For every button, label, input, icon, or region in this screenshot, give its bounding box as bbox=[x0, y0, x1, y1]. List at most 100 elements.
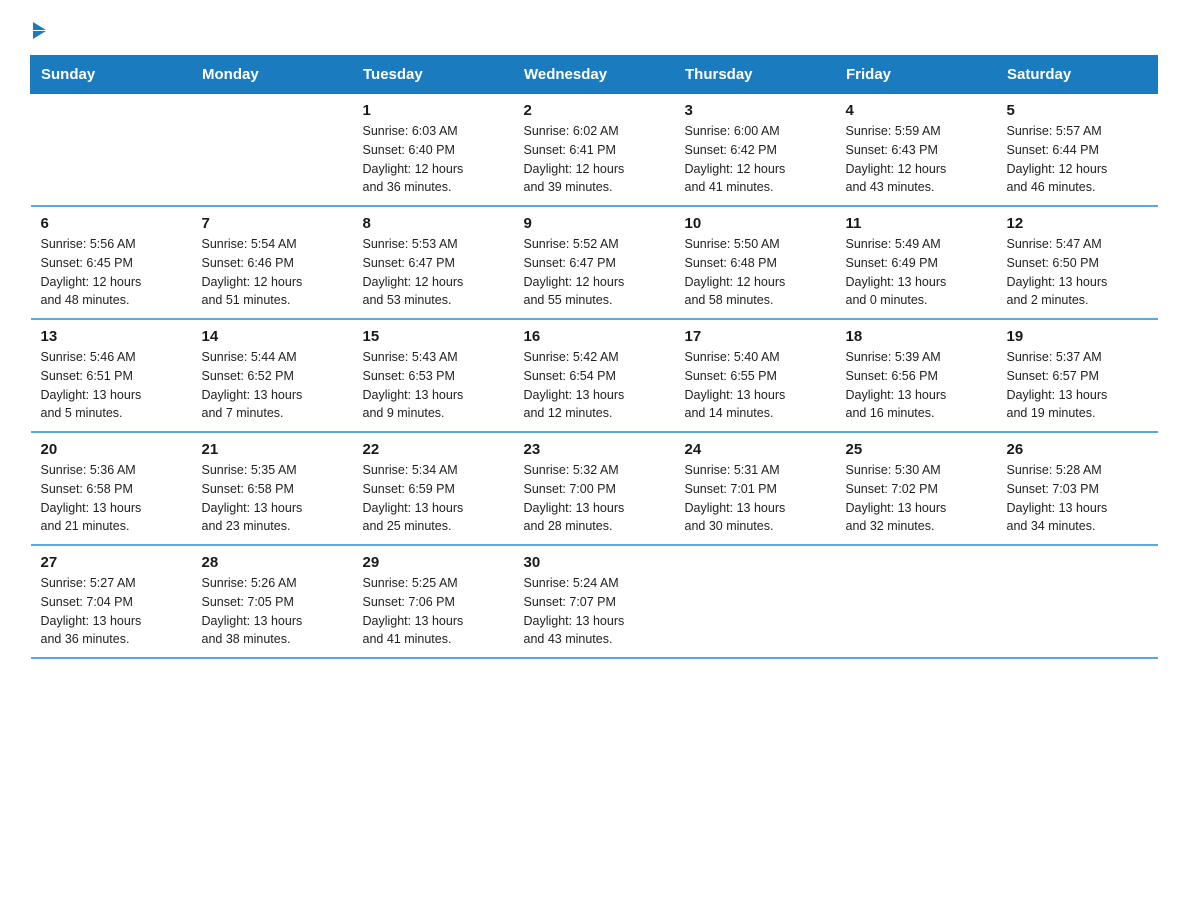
day-info: Sunrise: 5:52 AM Sunset: 6:47 PM Dayligh… bbox=[524, 235, 665, 310]
day-number: 24 bbox=[685, 441, 826, 458]
logo bbox=[30, 20, 46, 35]
calendar-cell: 4Sunrise: 5:59 AM Sunset: 6:43 PM Daylig… bbox=[836, 94, 997, 207]
calendar-cell: 26 Sunrise: 5:28 AM Sunset: 7:03 PM Dayli… bbox=[997, 432, 1158, 545]
day-number: 3 bbox=[685, 102, 826, 119]
calendar-week-row: 13 Sunrise: 5:46 AM Sunset: 6:51 PM Dayli… bbox=[31, 319, 1158, 432]
calendar-cell: 10Sunrise: 5:50 AM Sunset: 6:48 PM Dayli… bbox=[675, 206, 836, 319]
calendar-table: SundayMondayTuesdayWednesdayThursdayFrid… bbox=[30, 55, 1158, 659]
day-number: 5 bbox=[1007, 102, 1148, 119]
calendar-cell: 15 Sunrise: 5:43 AM Sunset: 6:53 PM Dayli… bbox=[353, 319, 514, 432]
calendar-cell bbox=[675, 545, 836, 658]
calendar-cell: 5 Sunrise: 5:57 AM Sunset: 6:44 PM Daylig… bbox=[997, 94, 1158, 207]
day-number: 2 bbox=[524, 102, 665, 119]
calendar-cell: 13 Sunrise: 5:46 AM Sunset: 6:51 PM Dayli… bbox=[31, 319, 192, 432]
day-number: 22 bbox=[363, 441, 504, 458]
day-info: Sunrise: 6:00 AM Sunset: 6:42 PM Dayligh… bbox=[685, 122, 826, 197]
day-info: Sunrise: 5:26 AM Sunset: 7:05 PM Dayligh… bbox=[202, 574, 343, 649]
day-number: 13 bbox=[41, 328, 182, 345]
day-number: 17 bbox=[685, 328, 826, 345]
header-tuesday: Tuesday bbox=[353, 56, 514, 94]
day-info: Sunrise: 5:56 AM Sunset: 6:45 PM Dayligh… bbox=[41, 235, 182, 310]
day-info: Sunrise: 5:39 AM Sunset: 6:56 PM Dayligh… bbox=[846, 348, 987, 423]
day-number: 15 bbox=[363, 328, 504, 345]
day-number: 26 bbox=[1007, 441, 1148, 458]
day-number: 1 bbox=[363, 102, 504, 119]
calendar-cell bbox=[836, 545, 997, 658]
calendar-cell: 9 Sunrise: 5:52 AM Sunset: 6:47 PM Daylig… bbox=[514, 206, 675, 319]
calendar-week-row: 20 Sunrise: 5:36 AM Sunset: 6:58 PM Dayli… bbox=[31, 432, 1158, 545]
day-info: Sunrise: 5:35 AM Sunset: 6:58 PM Dayligh… bbox=[202, 461, 343, 536]
calendar-cell: 3 Sunrise: 6:00 AM Sunset: 6:42 PM Daylig… bbox=[675, 94, 836, 207]
day-number: 25 bbox=[846, 441, 987, 458]
day-number: 29 bbox=[363, 554, 504, 571]
day-info: Sunrise: 5:42 AM Sunset: 6:54 PM Dayligh… bbox=[524, 348, 665, 423]
day-info: Sunrise: 5:31 AM Sunset: 7:01 PM Dayligh… bbox=[685, 461, 826, 536]
calendar-cell: 29 Sunrise: 5:25 AM Sunset: 7:06 PM Dayli… bbox=[353, 545, 514, 658]
header-wednesday: Wednesday bbox=[514, 56, 675, 94]
day-number: 23 bbox=[524, 441, 665, 458]
calendar-cell bbox=[31, 94, 192, 207]
day-info: Sunrise: 5:49 AM Sunset: 6:49 PM Dayligh… bbox=[846, 235, 987, 310]
calendar-header-row: SundayMondayTuesdayWednesdayThursdayFrid… bbox=[31, 56, 1158, 94]
calendar-cell: 21 Sunrise: 5:35 AM Sunset: 6:58 PM Dayli… bbox=[192, 432, 353, 545]
day-info: Sunrise: 5:25 AM Sunset: 7:06 PM Dayligh… bbox=[363, 574, 504, 649]
header-sunday: Sunday bbox=[31, 56, 192, 94]
day-info: Sunrise: 5:54 AM Sunset: 6:46 PM Dayligh… bbox=[202, 235, 343, 310]
calendar-cell bbox=[997, 545, 1158, 658]
day-info: Sunrise: 5:46 AM Sunset: 6:51 PM Dayligh… bbox=[41, 348, 182, 423]
day-info: Sunrise: 5:53 AM Sunset: 6:47 PM Dayligh… bbox=[363, 235, 504, 310]
day-number: 8 bbox=[363, 215, 504, 232]
calendar-cell: 18Sunrise: 5:39 AM Sunset: 6:56 PM Dayli… bbox=[836, 319, 997, 432]
day-info: Sunrise: 5:57 AM Sunset: 6:44 PM Dayligh… bbox=[1007, 122, 1148, 197]
day-number: 12 bbox=[1007, 215, 1148, 232]
calendar-cell: 12 Sunrise: 5:47 AM Sunset: 6:50 PM Dayli… bbox=[997, 206, 1158, 319]
calendar-cell: 23 Sunrise: 5:32 AM Sunset: 7:00 PM Dayli… bbox=[514, 432, 675, 545]
calendar-cell: 8 Sunrise: 5:53 AM Sunset: 6:47 PM Daylig… bbox=[353, 206, 514, 319]
day-info: Sunrise: 5:40 AM Sunset: 6:55 PM Dayligh… bbox=[685, 348, 826, 423]
calendar-cell bbox=[192, 94, 353, 207]
day-number: 9 bbox=[524, 215, 665, 232]
day-number: 19 bbox=[1007, 328, 1148, 345]
calendar-cell: 20 Sunrise: 5:36 AM Sunset: 6:58 PM Dayli… bbox=[31, 432, 192, 545]
day-number: 21 bbox=[202, 441, 343, 458]
day-number: 28 bbox=[202, 554, 343, 571]
day-info: Sunrise: 5:28 AM Sunset: 7:03 PM Dayligh… bbox=[1007, 461, 1148, 536]
calendar-cell: 30 Sunrise: 5:24 AM Sunset: 7:07 PM Dayli… bbox=[514, 545, 675, 658]
header-thursday: Thursday bbox=[675, 56, 836, 94]
calendar-cell: 25 Sunrise: 5:30 AM Sunset: 7:02 PM Dayli… bbox=[836, 432, 997, 545]
calendar-cell: 24 Sunrise: 5:31 AM Sunset: 7:01 PM Dayli… bbox=[675, 432, 836, 545]
day-info: Sunrise: 5:30 AM Sunset: 7:02 PM Dayligh… bbox=[846, 461, 987, 536]
calendar-cell: 19 Sunrise: 5:37 AM Sunset: 6:57 PM Dayli… bbox=[997, 319, 1158, 432]
day-info: Sunrise: 5:32 AM Sunset: 7:00 PM Dayligh… bbox=[524, 461, 665, 536]
day-number: 14 bbox=[202, 328, 343, 345]
day-info: Sunrise: 5:44 AM Sunset: 6:52 PM Dayligh… bbox=[202, 348, 343, 423]
calendar-week-row: 27 Sunrise: 5:27 AM Sunset: 7:04 PM Dayli… bbox=[31, 545, 1158, 658]
day-info: Sunrise: 5:59 AM Sunset: 6:43 PM Dayligh… bbox=[846, 122, 987, 197]
day-info: Sunrise: 5:47 AM Sunset: 6:50 PM Dayligh… bbox=[1007, 235, 1148, 310]
day-number: 7 bbox=[202, 215, 343, 232]
calendar-week-row: 1Sunrise: 6:03 AM Sunset: 6:40 PM Daylig… bbox=[31, 94, 1158, 207]
calendar-cell: 6 Sunrise: 5:56 AM Sunset: 6:45 PM Daylig… bbox=[31, 206, 192, 319]
calendar-cell: 22Sunrise: 5:34 AM Sunset: 6:59 PM Dayli… bbox=[353, 432, 514, 545]
calendar-cell: 1Sunrise: 6:03 AM Sunset: 6:40 PM Daylig… bbox=[353, 94, 514, 207]
header-friday: Friday bbox=[836, 56, 997, 94]
day-number: 30 bbox=[524, 554, 665, 571]
day-info: Sunrise: 5:43 AM Sunset: 6:53 PM Dayligh… bbox=[363, 348, 504, 423]
calendar-cell: 7 Sunrise: 5:54 AM Sunset: 6:46 PM Daylig… bbox=[192, 206, 353, 319]
calendar-cell: 28 Sunrise: 5:26 AM Sunset: 7:05 PM Dayli… bbox=[192, 545, 353, 658]
calendar-cell: 16Sunrise: 5:42 AM Sunset: 6:54 PM Dayli… bbox=[514, 319, 675, 432]
day-info: Sunrise: 5:37 AM Sunset: 6:57 PM Dayligh… bbox=[1007, 348, 1148, 423]
day-number: 27 bbox=[41, 554, 182, 571]
day-number: 20 bbox=[41, 441, 182, 458]
header-saturday: Saturday bbox=[997, 56, 1158, 94]
day-info: Sunrise: 6:02 AM Sunset: 6:41 PM Dayligh… bbox=[524, 122, 665, 197]
day-number: 10 bbox=[685, 215, 826, 232]
header-monday: Monday bbox=[192, 56, 353, 94]
calendar-cell: 11Sunrise: 5:49 AM Sunset: 6:49 PM Dayli… bbox=[836, 206, 997, 319]
calendar-cell: 17 Sunrise: 5:40 AM Sunset: 6:55 PM Dayli… bbox=[675, 319, 836, 432]
day-info: Sunrise: 5:27 AM Sunset: 7:04 PM Dayligh… bbox=[41, 574, 182, 649]
calendar-week-row: 6 Sunrise: 5:56 AM Sunset: 6:45 PM Daylig… bbox=[31, 206, 1158, 319]
day-info: Sunrise: 5:24 AM Sunset: 7:07 PM Dayligh… bbox=[524, 574, 665, 649]
day-info: Sunrise: 5:36 AM Sunset: 6:58 PM Dayligh… bbox=[41, 461, 182, 536]
day-number: 6 bbox=[41, 215, 182, 232]
